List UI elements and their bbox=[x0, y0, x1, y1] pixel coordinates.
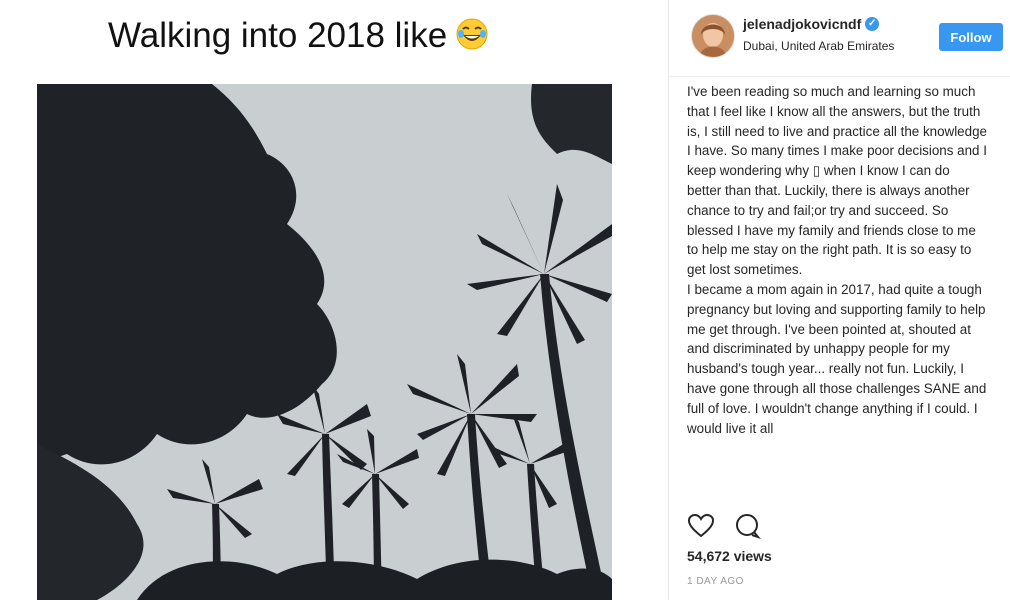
avatar[interactable] bbox=[691, 14, 735, 58]
post-caption: I've been reading so much and learning s… bbox=[687, 82, 987, 502]
post-media-area: Walking into 2018 like bbox=[0, 0, 668, 600]
post-header: jelenadjokovicndf ✓ Dubai, United Arab E… bbox=[669, 0, 1010, 77]
username-text[interactable]: jelenadjokovicndf bbox=[743, 16, 861, 32]
post-photo[interactable] bbox=[37, 84, 612, 600]
username[interactable]: jelenadjokovicndf ✓ bbox=[743, 16, 880, 32]
palm-trees-silhouette-image bbox=[37, 84, 612, 600]
post-side-panel: jelenadjokovicndf ✓ Dubai, United Arab E… bbox=[669, 0, 1010, 600]
caption-paragraph-2: I became a mom again in 2017, had quite … bbox=[687, 281, 987, 436]
post-timestamp[interactable]: 1 DAY AGO bbox=[687, 576, 744, 587]
follow-button[interactable]: Follow bbox=[939, 23, 1003, 51]
post-overlay-title: Walking into 2018 like bbox=[108, 16, 489, 56]
post-title-text: Walking into 2018 like bbox=[108, 16, 448, 55]
like-heart-icon[interactable] bbox=[687, 512, 715, 540]
verified-badge-icon: ✓ bbox=[865, 17, 880, 31]
post-actions bbox=[687, 512, 761, 540]
laughing-tears-emoji-icon bbox=[455, 17, 489, 51]
views-count[interactable]: 54,672 views bbox=[687, 548, 772, 564]
caption-paragraph-1: I've been reading so much and learning s… bbox=[687, 84, 987, 278]
location-text[interactable]: Dubai, United Arab Emirates bbox=[743, 39, 894, 53]
comment-icon[interactable] bbox=[733, 512, 761, 540]
